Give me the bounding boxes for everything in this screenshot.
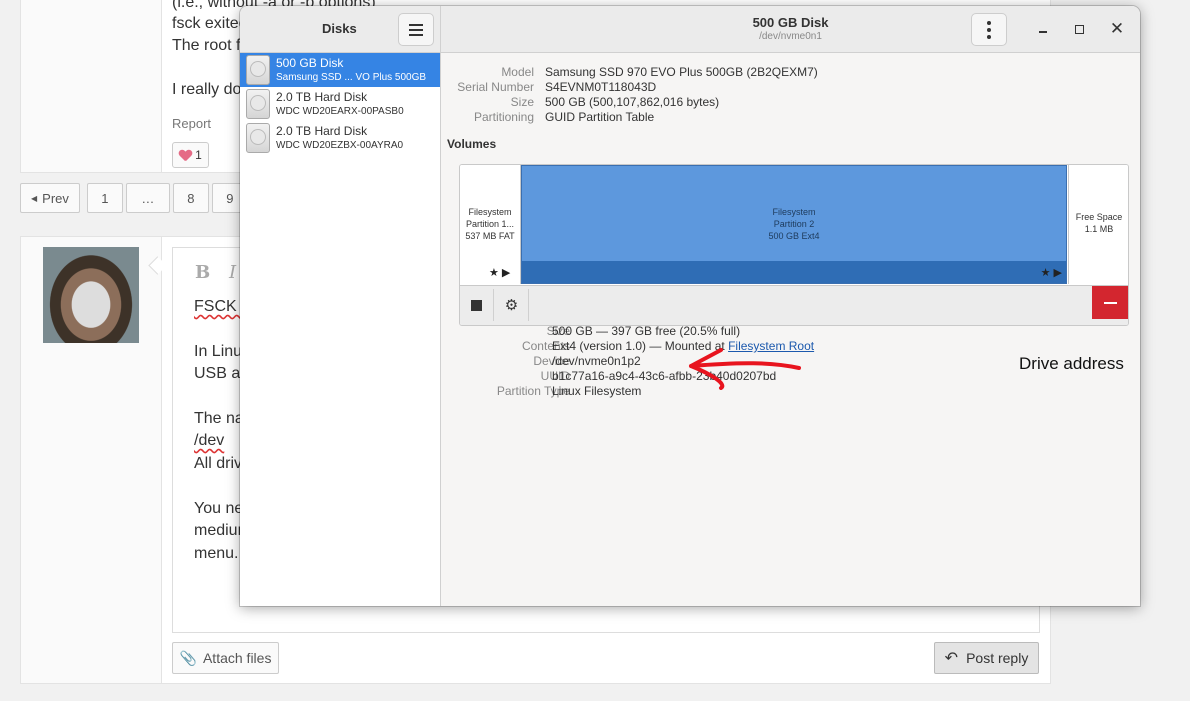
sidebar-header: Disks (240, 6, 441, 53)
device-model: WDC WD20EARX-00PASB0 (276, 106, 404, 117)
disks-window: Disks 500 GB Disk /dev/nvme0n1 ✕ 500 GB … (240, 6, 1140, 606)
post-reply-button[interactable]: ↶ Post reply (934, 642, 1039, 674)
drive-icon (246, 55, 270, 85)
gears-icon: ⚙ (504, 297, 519, 314)
editor-text-line: /dev (194, 432, 225, 449)
partition-label: Filesystem (468, 207, 512, 217)
partition-label: Filesystem (772, 207, 816, 217)
vol-size-value: 500 GB — 397 GB free (20.5% full) (552, 324, 741, 338)
editor-text-line: You ne (194, 500, 244, 517)
window-header: 500 GB Disk /dev/nvme0n1 ✕ (441, 6, 1140, 53)
stop-icon (471, 299, 482, 311)
partition-options-button[interactable]: ⚙ (495, 289, 529, 321)
volume-toolbar: ⚙ (460, 285, 1128, 325)
partition-label: 1.1 MB (1084, 224, 1114, 234)
prev-page-label: Prev (42, 190, 69, 206)
partition-label: Partition 1... (465, 219, 515, 229)
page-button-1[interactable]: 1 (86, 183, 123, 213)
volume-map: Filesystem Partition 1... 537 MB FAT ★ ▶… (459, 164, 1129, 326)
editor-text-line: mediur (194, 522, 243, 539)
drive-address-annotation: Drive address (1019, 354, 1124, 373)
drive-icon (246, 123, 270, 153)
partition-label: Free Space (1075, 212, 1123, 222)
editor-text-line: menu. (194, 545, 239, 562)
free-space[interactable]: Free Space 1.1 MB (1068, 165, 1128, 284)
report-link[interactable]: Report (172, 116, 211, 131)
editor-text-line: In Linu (194, 343, 243, 360)
reply-arrow-icon: ↶ (944, 650, 959, 667)
device-list: 500 GB Disk Samsung SSD ... VO Plus 500G… (240, 53, 441, 606)
page-button-8[interactable]: 8 (172, 183, 209, 213)
model-value: Samsung SSD 970 EVO Plus 500GB (2B2QEXM7… (545, 65, 818, 79)
post-author-gutter (21, 0, 162, 172)
device-model: Samsung SSD ... VO Plus 500GB (276, 72, 427, 83)
size-value: 500 GB (500,107,862,016 bytes) (545, 95, 720, 109)
heart-icon (179, 150, 191, 161)
partitioning-value: GUID Partition Table (545, 110, 655, 124)
kebab-icon (987, 20, 991, 25)
partition-1[interactable]: Filesystem Partition 1... 537 MB FAT ★ ▶ (460, 165, 521, 284)
device-name: 2.0 TB Hard Disk (276, 90, 368, 104)
partitioning-label: Partitioning (473, 110, 534, 124)
model-label: Model (501, 65, 534, 79)
partition-label: 537 MB FAT (465, 231, 515, 241)
close-button[interactable]: ✕ (1104, 16, 1130, 42)
delete-partition-button[interactable] (1092, 286, 1128, 319)
editor-text-line: The na (194, 410, 244, 427)
attach-files-button[interactable]: 📎 Attach files (172, 642, 279, 674)
device-name: 2.0 TB Hard Disk (276, 124, 368, 138)
maximize-icon (1074, 24, 1084, 34)
serial-value: S4EVNM0T118043D (545, 80, 657, 94)
device-item-500gb[interactable]: 500 GB Disk Samsung SSD ... VO Plus 500G… (240, 53, 440, 87)
reaction-button[interactable]: 1 (172, 142, 209, 168)
partition-label: Partition 2 (773, 219, 815, 229)
volumes-heading: Volumes (447, 137, 497, 151)
post-text-line: fsck exited (172, 15, 248, 32)
prev-page-button[interactable]: ◀ Prev (20, 183, 80, 213)
bold-button[interactable]: B (195, 262, 210, 283)
sidebar-title: Disks (322, 21, 357, 36)
post-text-line: The root f (172, 37, 241, 54)
unmount-button[interactable] (460, 289, 494, 321)
device-item-2tb-2[interactable]: 2.0 TB Hard Disk WDC WD20EZBX-00AYRA0 (240, 121, 440, 155)
device-name: 500 GB Disk (276, 56, 344, 70)
hamburger-menu-button[interactable] (398, 13, 434, 46)
red-arrow-annotation (689, 348, 801, 390)
partition-type-value: Linux Filesystem (552, 384, 642, 398)
reaction-count: 1 (195, 148, 202, 162)
maximize-button[interactable] (1066, 16, 1092, 42)
device-value: /dev/nvme0n1p2 (552, 354, 641, 368)
avatar (43, 247, 139, 343)
partition-usage-bar (522, 261, 1066, 283)
attach-files-label: Attach files (202, 650, 272, 666)
paperclip-icon: 📎 (179, 649, 197, 666)
size-label: Size (510, 95, 534, 109)
device-model: WDC WD20EZBX-00AYRA0 (276, 140, 404, 151)
page-ellipsis: … (125, 183, 170, 213)
post-text-line: I really do (172, 81, 242, 98)
minimize-button[interactable] (1030, 16, 1056, 42)
partition-2-selected[interactable]: Filesystem Partition 2 500 GB Ext4 ★ ▶ (521, 165, 1067, 284)
editor-text-line: All driv (194, 455, 243, 472)
mounted-star-play-icon: ★ ▶ (1040, 267, 1062, 279)
minus-icon (1103, 301, 1117, 304)
disk-options-button[interactable] (971, 13, 1007, 46)
chevron-left-icon: ◀ (31, 193, 38, 203)
device-item-2tb-1[interactable]: 2.0 TB Hard Disk WDC WD20EARX-00PASB0 (240, 87, 440, 121)
mounted-star-play-icon: ★ ▶ (489, 267, 511, 279)
partition-label: 500 GB Ext4 (768, 231, 820, 241)
hamburger-icon (409, 23, 423, 26)
disk-details: Model Samsung SSD 970 EVO Plus 500GB (2B… (441, 53, 1140, 606)
serial-label: Serial Number (457, 80, 534, 94)
post-reply-label: Post reply (966, 650, 1029, 666)
reply-author-gutter (21, 237, 162, 683)
italic-button[interactable]: I (229, 262, 236, 283)
close-icon: ✕ (1109, 19, 1125, 38)
editor-text-line: USB ar (194, 365, 246, 382)
drive-icon (246, 89, 270, 119)
minimize-icon (1039, 31, 1047, 33)
